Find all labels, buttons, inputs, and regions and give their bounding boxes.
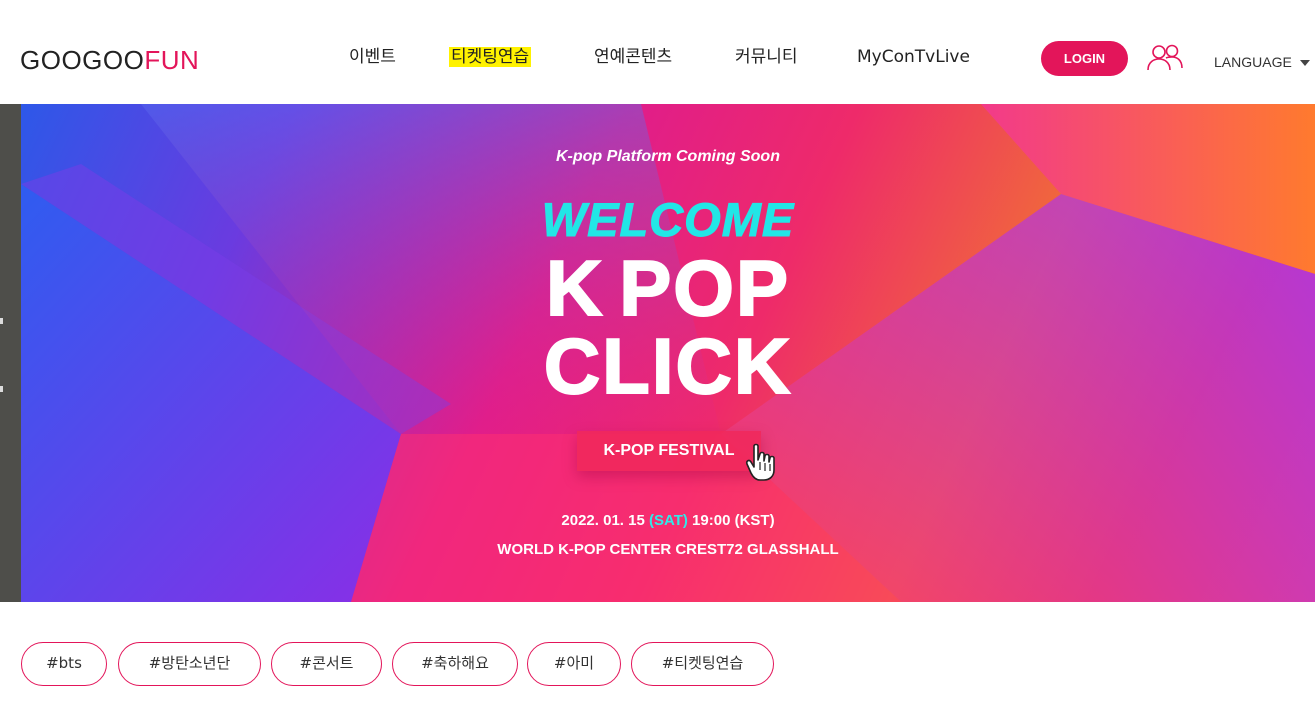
banner-welcome: WELCOME bbox=[541, 193, 795, 247]
tag-chip[interactable]: #콘서트 bbox=[271, 642, 382, 686]
site-logo[interactable]: GOOGOOFUN bbox=[20, 45, 199, 76]
site-header: GOOGOOFUN 이벤트 티켓팅연습 연예콘텐츠 커뮤니티 MyConTvLi… bbox=[0, 0, 1315, 104]
side-marker bbox=[0, 318, 3, 324]
hand-pointer-icon bbox=[746, 443, 775, 481]
nav-item-ticketing-practice[interactable]: 티켓팅연습 bbox=[449, 44, 532, 70]
tag-chip[interactable]: #bts bbox=[21, 642, 107, 686]
tag-chip[interactable]: #축하해요 bbox=[392, 642, 518, 686]
tag-chip[interactable]: #아미 bbox=[527, 642, 621, 686]
nav-item-mycontvlive[interactable]: MyConTvLive bbox=[857, 44, 970, 70]
banner-title-kpop: K POP bbox=[545, 244, 791, 332]
event-venue: WORLD K-POP CENTER CREST72 GLASSHALL bbox=[497, 541, 839, 558]
nav-item-community[interactable]: 커뮤니티 bbox=[735, 44, 798, 70]
nav-item-entertainment[interactable]: 연예콘텐츠 bbox=[594, 44, 672, 70]
users-icon[interactable] bbox=[1146, 42, 1184, 74]
tag-chip[interactable]: #티켓팅연습 bbox=[631, 642, 774, 686]
event-date: 2022. 01. 15 (SAT) 19:00 (KST) bbox=[561, 512, 775, 529]
tag-chip[interactable]: #방탄소년단 bbox=[118, 642, 261, 686]
banner-subtitle: K-pop Platform Coming Soon bbox=[556, 148, 780, 165]
kpop-festival-button[interactable]: K-POP FESTIVAL bbox=[577, 431, 761, 471]
side-panel-handle[interactable] bbox=[0, 104, 21, 602]
banner-title-click: CLICK bbox=[543, 322, 793, 410]
login-button[interactable]: LOGIN bbox=[1041, 41, 1128, 76]
hero-banner[interactable]: K-pop Platform Coming Soon WELCOME K POP… bbox=[21, 104, 1315, 602]
side-marker bbox=[0, 386, 3, 392]
nav-item-event[interactable]: 이벤트 bbox=[349, 44, 396, 70]
chevron-down-icon bbox=[1299, 60, 1310, 67]
language-selector[interactable]: LANGUAGE bbox=[1214, 54, 1310, 70]
